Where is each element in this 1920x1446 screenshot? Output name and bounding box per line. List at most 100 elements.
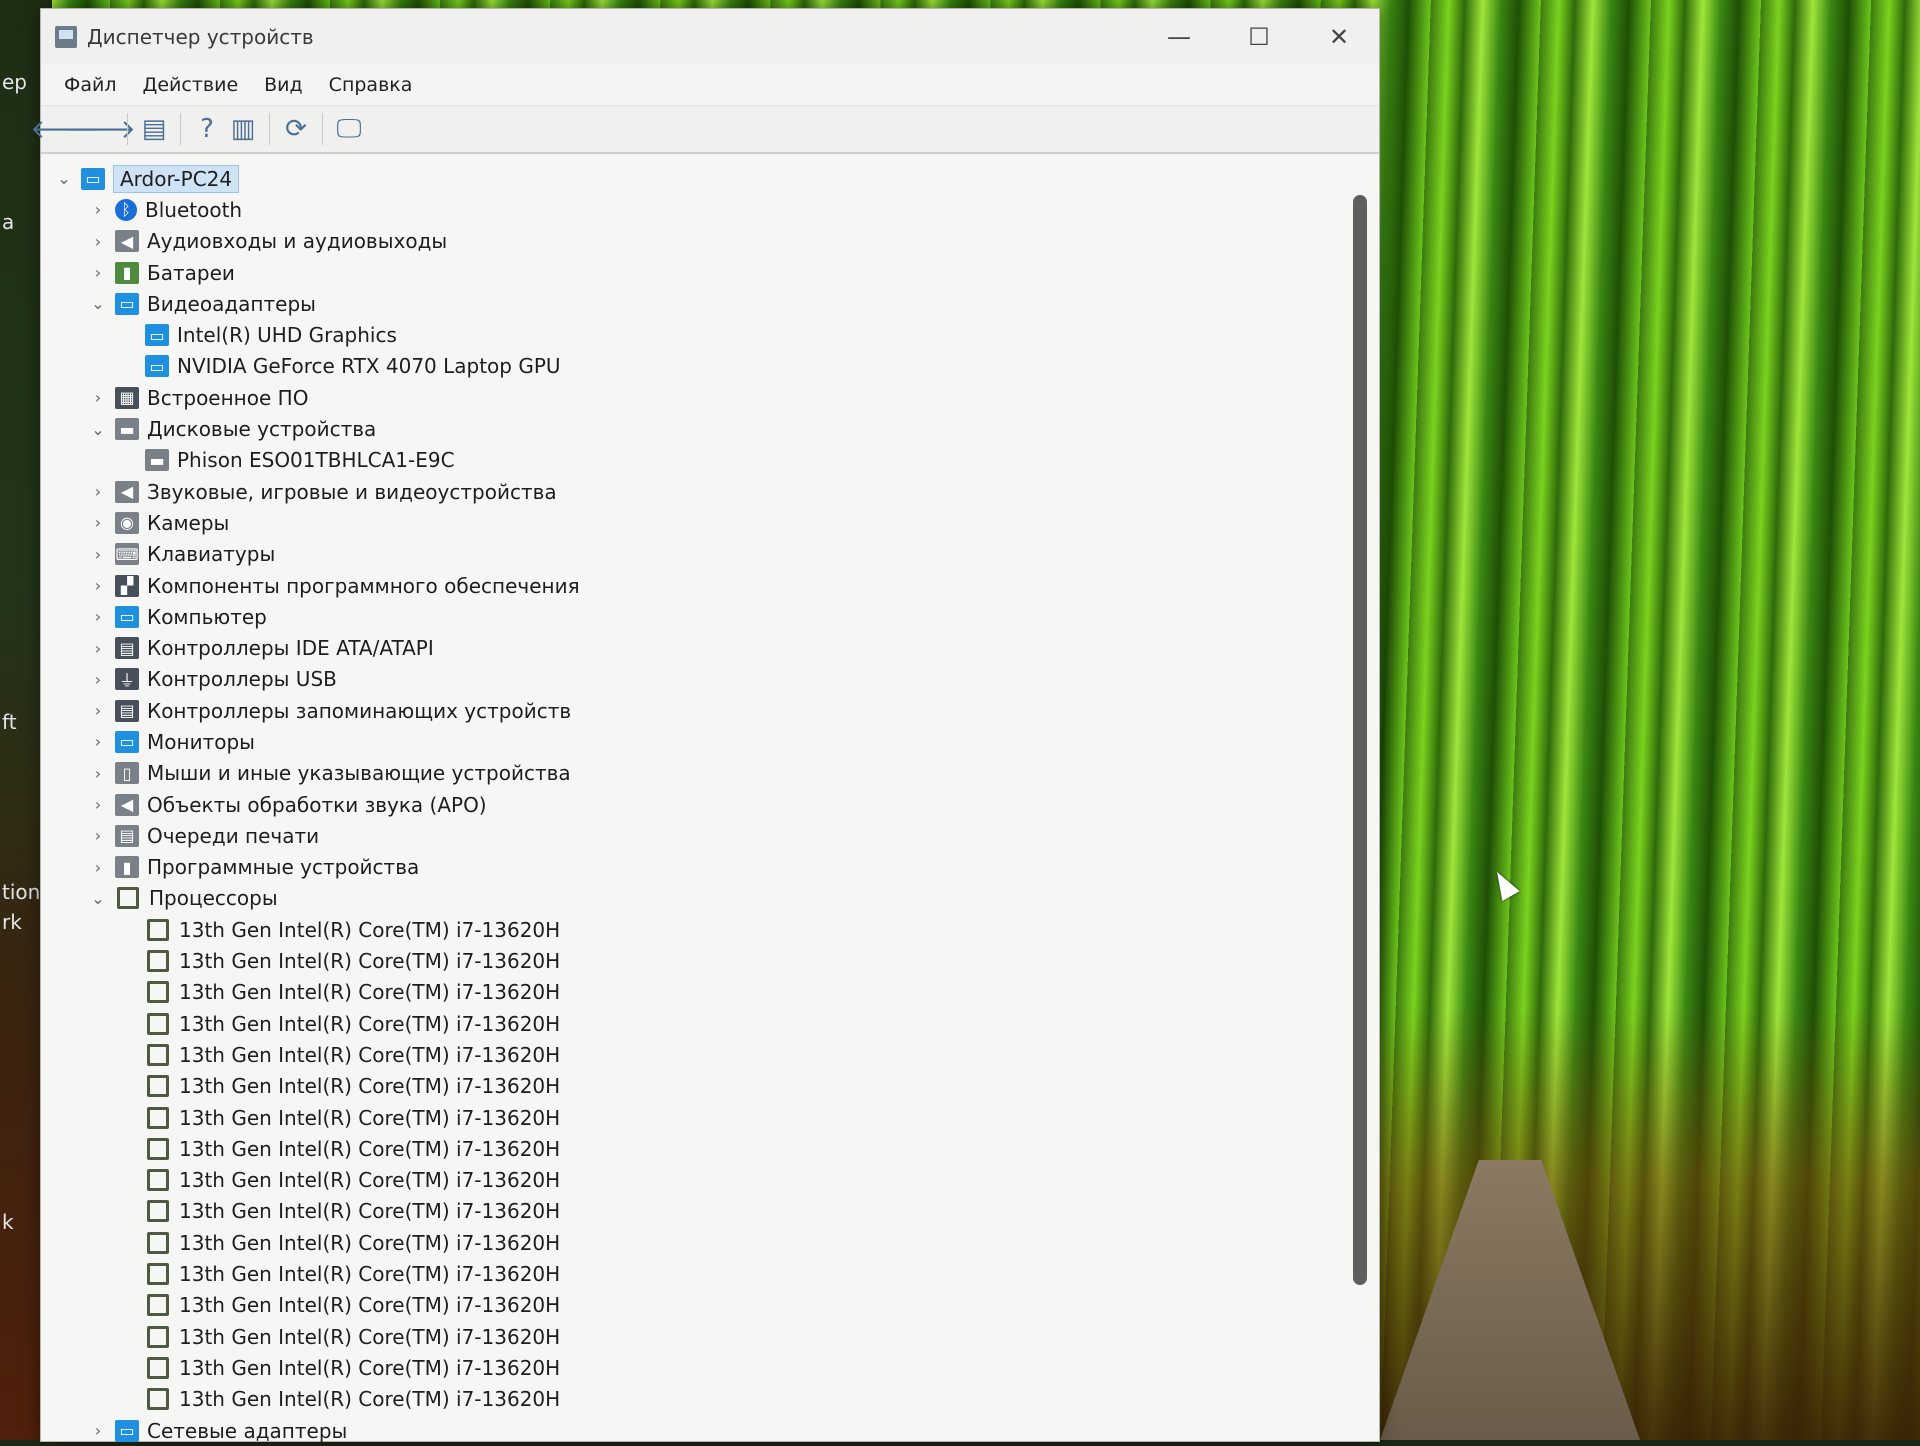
display-adapter-icon: ▭ <box>145 324 169 347</box>
device-category[interactable]: ⌄ ▭ Видеоадаптеры <box>53 288 580 319</box>
device-category[interactable]: › ▮ Программные устройства <box>53 852 580 883</box>
chevron-right-icon[interactable]: › <box>87 607 109 626</box>
device-category[interactable]: › ▮ Батареи <box>53 257 580 288</box>
device-item[interactable]: 13th Gen Intel(R) Core(TM) i7-13620H <box>53 1227 580 1258</box>
device-category[interactable]: › ▤ Контроллеры IDE ATA/ATAPI <box>53 632 580 663</box>
tree-root[interactable]: ⌄ ▭ Ardor-PC24 <box>53 163 580 194</box>
minimize-button[interactable]: — <box>1139 9 1219 65</box>
chevron-right-icon[interactable]: › <box>87 639 109 658</box>
close-button[interactable]: ✕ <box>1299 9 1379 65</box>
speaker-icon: ◀ <box>115 230 139 253</box>
title-bar[interactable]: Диспетчер устройств — ☐ ✕ <box>41 9 1379 65</box>
device-item[interactable]: 13th Gen Intel(R) Core(TM) i7-13620H <box>53 1071 580 1102</box>
chevron-right-icon[interactable]: › <box>87 388 109 407</box>
device-category[interactable]: › ◀ Аудиовходы и аудиовыходы <box>53 226 580 257</box>
device-category[interactable]: › ▭ Компьютер <box>53 601 580 632</box>
device-item[interactable]: 13th Gen Intel(R) Core(TM) i7-13620H <box>53 977 580 1008</box>
device-category[interactable]: › ▤ Очереди печати <box>53 820 580 851</box>
desktop-icon-label[interactable]: а <box>2 210 14 234</box>
maximize-button[interactable]: ☐ <box>1219 9 1299 65</box>
menu-action[interactable]: Действие <box>130 74 252 96</box>
device-item[interactable]: 13th Gen Intel(R) Core(TM) i7-13620H <box>53 1352 580 1383</box>
chevron-down-icon[interactable]: ⌄ <box>53 169 75 188</box>
processor-icon <box>147 1106 169 1129</box>
device-item[interactable]: 13th Gen Intel(R) Core(TM) i7-13620H <box>53 1290 580 1321</box>
ide-controller-icon: ▤ <box>115 637 139 660</box>
chevron-right-icon[interactable]: › <box>87 576 109 595</box>
chevron-right-icon[interactable]: › <box>87 1421 109 1440</box>
device-item[interactable]: 13th Gen Intel(R) Core(TM) i7-13620H <box>53 1165 580 1196</box>
properties-icon[interactable]: ▤ <box>136 111 172 147</box>
device-category[interactable]: › ▭ Сетевые адаптеры <box>53 1415 580 1446</box>
device-category[interactable]: › ᛒ Bluetooth <box>53 194 580 225</box>
chevron-right-icon[interactable]: › <box>87 232 109 251</box>
desktop-icon-label[interactable]: rk <box>2 910 22 934</box>
device-category[interactable]: › ⏚ Контроллеры USB <box>53 664 580 695</box>
device-item[interactable]: 13th Gen Intel(R) Core(TM) i7-13620H <box>53 1039 580 1070</box>
desktop-icon-label[interactable]: ер <box>2 70 27 94</box>
chevron-right-icon[interactable]: › <box>87 764 109 783</box>
device-item[interactable]: 13th Gen Intel(R) Core(TM) i7-13620H <box>53 1258 580 1289</box>
chevron-down-icon[interactable]: ⌄ <box>87 420 109 439</box>
menu-view[interactable]: Вид <box>251 74 316 96</box>
device-item[interactable]: 13th Gen Intel(R) Core(TM) i7-13620H <box>53 914 580 945</box>
device-category[interactable]: › ▦ Встроенное ПО <box>53 382 580 413</box>
device-item[interactable]: 13th Gen Intel(R) Core(TM) i7-13620H <box>53 1196 580 1227</box>
chevron-right-icon[interactable]: › <box>87 263 109 282</box>
processor-icon <box>147 918 169 941</box>
device-category[interactable]: › ◀ Звуковые, игровые и видеоустройства <box>53 476 580 507</box>
menu-help[interactable]: Справка <box>316 74 426 96</box>
device-item[interactable]: 13th Gen Intel(R) Core(TM) i7-13620H <box>53 945 580 976</box>
chevron-right-icon[interactable]: › <box>87 701 109 720</box>
tree-item-label: 13th Gen Intel(R) Core(TM) i7-13620H <box>179 1293 561 1318</box>
device-item[interactable]: ▭ Intel(R) UHD Graphics <box>53 319 580 350</box>
chevron-right-icon[interactable]: › <box>87 858 109 877</box>
chevron-right-icon[interactable]: › <box>87 826 109 845</box>
device-category[interactable]: ⌄ ▬ Дисковые устройства <box>53 413 580 444</box>
device-item[interactable]: 13th Gen Intel(R) Core(TM) i7-13620H <box>53 1133 580 1164</box>
processor-icon <box>117 887 139 910</box>
chevron-down-icon[interactable]: ⌄ <box>87 889 109 908</box>
device-item[interactable]: 13th Gen Intel(R) Core(TM) i7-13620H <box>53 1102 580 1133</box>
processor-icon <box>147 1325 169 1348</box>
vertical-scrollbar[interactable] <box>1353 195 1367 1285</box>
device-item[interactable]: 13th Gen Intel(R) Core(TM) i7-13620H <box>53 1008 580 1039</box>
chevron-right-icon[interactable]: › <box>87 795 109 814</box>
device-category[interactable]: › ▭ Мониторы <box>53 726 580 757</box>
device-item[interactable]: 13th Gen Intel(R) Core(TM) i7-13620H <box>53 1384 580 1415</box>
device-category[interactable]: › ▤ Контроллеры запоминающих устройств <box>53 695 580 726</box>
software-device-icon: ▮ <box>115 856 139 879</box>
firmware-icon: ▦ <box>115 386 139 409</box>
device-category[interactable]: › ⌨ Клавиатуры <box>53 539 580 570</box>
device-category[interactable]: › ◀ Объекты обработки звука (APO) <box>53 789 580 820</box>
device-category[interactable]: › ◉ Камеры <box>53 507 580 538</box>
menu-file[interactable]: Файл <box>51 74 130 96</box>
desktop-icon-label[interactable]: tion <box>2 880 40 904</box>
chevron-down-icon[interactable]: ⌄ <box>87 294 109 313</box>
chevron-right-icon[interactable]: › <box>87 545 109 564</box>
device-item[interactable]: ▬ Phison ESO01TBHLCA1-E9C <box>53 445 580 476</box>
chevron-right-icon[interactable]: › <box>87 732 109 751</box>
help-icon[interactable]: ? <box>189 111 225 147</box>
tree-item-label: Программные устройства <box>147 855 420 880</box>
camera-icon: ◉ <box>115 511 139 534</box>
tree-item-label: Компьютер <box>147 604 267 629</box>
update-driver-icon[interactable]: ⟳ <box>278 111 314 147</box>
toolbar-separator <box>180 113 181 145</box>
view-pane-icon[interactable]: ▥ <box>225 111 261 147</box>
scan-hardware-icon[interactable]: 🖵 <box>331 111 367 147</box>
chevron-right-icon[interactable]: › <box>87 670 109 689</box>
device-category[interactable]: › ▞ Компоненты программного обеспечения <box>53 570 580 601</box>
device-category[interactable]: › ▯ Мыши и иные указывающие устройства <box>53 758 580 789</box>
device-category[interactable]: ⌄ Процессоры <box>53 883 580 914</box>
device-item[interactable]: 13th Gen Intel(R) Core(TM) i7-13620H <box>53 1321 580 1352</box>
forward-arrow-icon[interactable]: 🡒 <box>66 111 136 147</box>
device-item[interactable]: ▭ NVIDIA GeForce RTX 4070 Laptop GPU <box>53 351 580 382</box>
chevron-right-icon[interactable]: › <box>87 200 109 219</box>
printer-icon: ▤ <box>115 824 139 847</box>
desktop-icon-label[interactable]: k <box>2 1210 14 1234</box>
chevron-right-icon[interactable]: › <box>87 482 109 501</box>
chevron-right-icon[interactable]: › <box>87 513 109 532</box>
tree-item-label: Батареи <box>147 260 235 285</box>
desktop-icon-label[interactable]: ft <box>2 710 17 734</box>
